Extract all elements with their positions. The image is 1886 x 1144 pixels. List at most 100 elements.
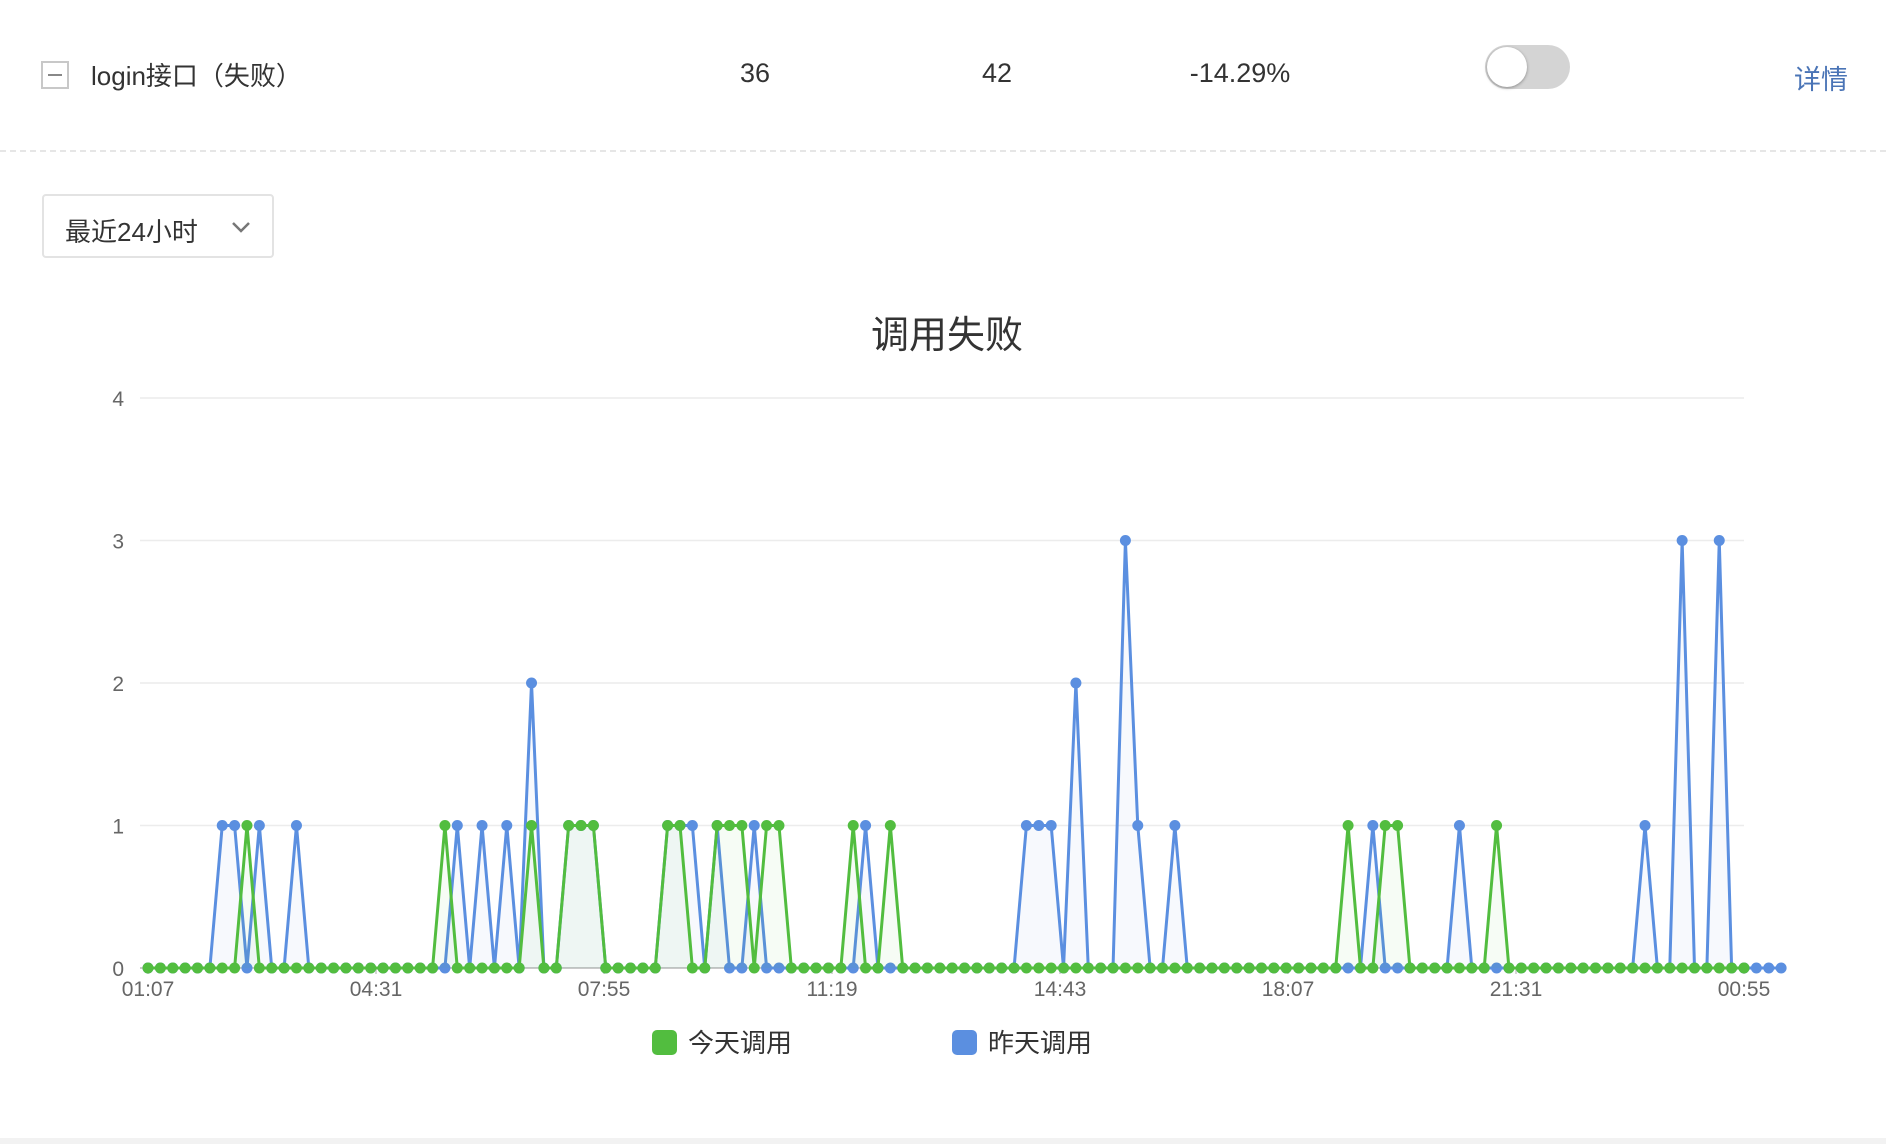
data-point xyxy=(1317,962,1329,974)
data-point xyxy=(946,962,958,974)
data-point xyxy=(1565,962,1577,974)
data-point xyxy=(1194,962,1206,974)
data-point xyxy=(1651,962,1663,974)
data-point xyxy=(1713,535,1725,546)
data-point xyxy=(1763,962,1775,974)
data-point xyxy=(1082,962,1094,974)
y-tick-label: 3 xyxy=(112,531,124,554)
data-point xyxy=(1280,962,1292,974)
data-point xyxy=(414,962,426,974)
data-point xyxy=(328,962,340,974)
data-point xyxy=(1726,962,1738,974)
data-point xyxy=(526,820,538,831)
data-point xyxy=(959,962,971,974)
data-point xyxy=(575,820,587,831)
data-point xyxy=(488,962,500,974)
data-point xyxy=(1503,962,1515,974)
data-point xyxy=(1305,962,1317,974)
chevron-down-icon xyxy=(232,222,250,233)
change-percent: -14.29% xyxy=(1189,58,1291,88)
data-point xyxy=(1169,820,1181,831)
data-point xyxy=(1701,962,1713,974)
data-point xyxy=(996,962,1008,974)
data-point xyxy=(476,962,488,974)
data-point xyxy=(1070,677,1082,689)
alert-toggle-switch[interactable] xyxy=(1485,45,1570,89)
data-point xyxy=(748,820,760,831)
data-point xyxy=(340,962,352,974)
data-point xyxy=(761,820,773,831)
data-point xyxy=(451,962,463,974)
data-point xyxy=(402,962,414,974)
y-tick-label: 1 xyxy=(112,816,124,839)
bottom-divider xyxy=(0,1138,1886,1144)
data-point xyxy=(1676,962,1688,974)
series-today xyxy=(142,820,1750,974)
data-point xyxy=(625,962,637,974)
data-point xyxy=(1045,820,1057,831)
data-point xyxy=(427,962,439,974)
data-point xyxy=(451,820,463,831)
data-point xyxy=(600,962,612,974)
data-point xyxy=(513,962,525,974)
data-point xyxy=(1602,962,1614,974)
data-point xyxy=(934,962,946,974)
data-point xyxy=(352,962,364,974)
data-point xyxy=(1206,962,1218,974)
data-point xyxy=(1293,962,1305,974)
collapse-toggle-button[interactable] xyxy=(41,61,69,89)
data-point xyxy=(1119,962,1131,974)
data-point xyxy=(1132,962,1144,974)
data-point xyxy=(637,962,649,974)
data-point xyxy=(810,962,822,974)
data-point xyxy=(253,962,265,974)
x-tick-label: 07:55 xyxy=(578,978,631,1001)
data-point xyxy=(723,820,735,831)
data-point xyxy=(1614,962,1626,974)
y-tick-label: 2 xyxy=(112,673,124,696)
data-point xyxy=(229,820,241,831)
data-point xyxy=(303,962,315,974)
data-point xyxy=(1218,962,1230,974)
data-point xyxy=(1379,820,1391,831)
detail-link[interactable]: 详情 xyxy=(1794,58,1848,97)
data-point xyxy=(290,962,302,974)
data-point xyxy=(1392,820,1404,831)
data-point xyxy=(748,962,760,974)
series-area xyxy=(148,540,1782,968)
y-axis: 01234 xyxy=(112,388,124,981)
series-line xyxy=(148,539,1782,970)
data-point xyxy=(686,820,698,831)
data-point xyxy=(253,820,265,831)
data-point xyxy=(1342,820,1354,831)
data-point xyxy=(191,962,203,974)
legend-swatch xyxy=(652,1030,677,1055)
data-point xyxy=(1515,962,1527,974)
toggle-knob xyxy=(1487,47,1527,87)
data-point xyxy=(216,962,228,974)
grid-lines xyxy=(140,397,1744,969)
data-point xyxy=(315,962,327,974)
data-point xyxy=(1528,962,1540,974)
data-point xyxy=(389,962,401,974)
data-point xyxy=(971,962,983,974)
data-point xyxy=(686,962,698,974)
yesterday-count: 42 xyxy=(981,58,1013,88)
data-point xyxy=(1466,962,1478,974)
data-point xyxy=(1453,962,1465,974)
data-point xyxy=(860,820,872,831)
x-tick-label: 00:55 xyxy=(1718,978,1771,1001)
data-point xyxy=(1095,962,1107,974)
time-range-select[interactable]: 最近24小时 xyxy=(42,194,274,258)
data-point xyxy=(835,962,847,974)
x-tick-label: 14:43 xyxy=(1034,978,1087,1001)
data-point xyxy=(699,962,711,974)
data-point xyxy=(216,820,228,831)
data-point xyxy=(1429,962,1441,974)
data-point xyxy=(921,962,933,974)
data-point xyxy=(501,820,513,831)
data-point xyxy=(1181,962,1193,974)
data-point xyxy=(1020,820,1032,831)
data-point xyxy=(872,962,884,974)
data-point xyxy=(1008,962,1020,974)
